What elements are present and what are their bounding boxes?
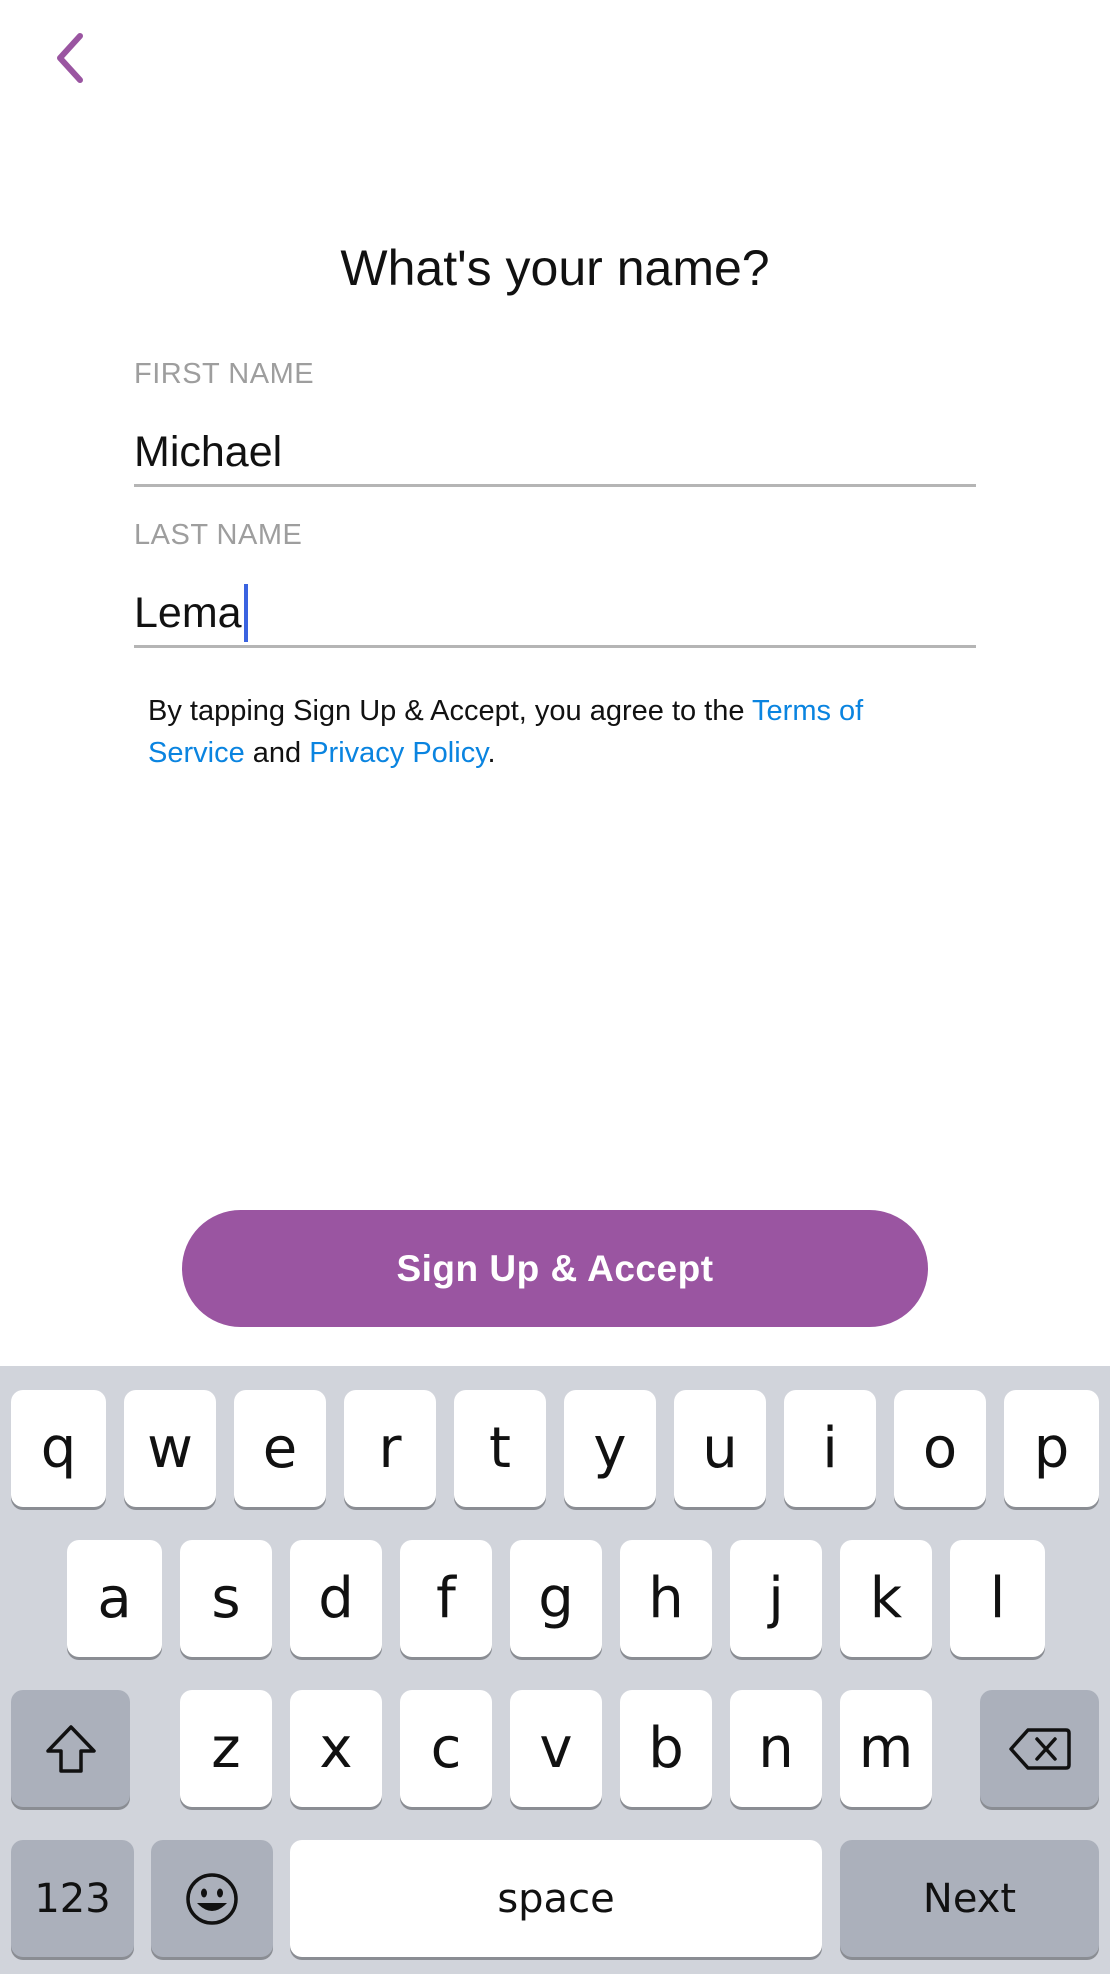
back-button[interactable] [40,26,100,90]
delete-key[interactable] [980,1690,1099,1807]
key-o[interactable]: o [894,1390,986,1507]
chevron-left-icon [57,33,83,83]
keyboard: q w e r t y u i o p a s d f g h j k l z … [0,1366,1110,1974]
key-n[interactable]: n [730,1690,822,1807]
key-x[interactable]: x [290,1690,382,1807]
key-r[interactable]: r [344,1390,436,1507]
text-cursor [243,584,248,642]
key-g[interactable]: g [510,1540,602,1657]
key-d[interactable]: d [290,1540,382,1657]
key-t[interactable]: t [454,1390,546,1507]
key-h[interactable]: h [620,1540,712,1657]
shift-key[interactable] [11,1690,130,1807]
page-title: What's your name? [340,240,770,296]
key-l[interactable]: l [950,1540,1045,1657]
last-name-field[interactable]: Lema [134,581,976,648]
legal-suffix: . [487,737,496,769]
key-j[interactable]: j [730,1540,822,1657]
last-name-value: Lema [134,589,242,637]
signup-name-screen: What's your name? FIRST NAME Michael LAS… [0,0,1110,1974]
last-name-label: LAST NAME [134,519,303,551]
key-v[interactable]: v [510,1690,602,1807]
key-k[interactable]: k [840,1540,932,1657]
legal-notice: By tapping Sign Up & Accept, you agree t… [148,690,948,774]
key-p[interactable]: p [1004,1390,1099,1507]
key-m[interactable]: m [840,1690,932,1807]
key-q[interactable]: q [11,1390,106,1507]
legal-middle: and [244,737,310,769]
first-name-field[interactable]: Michael [134,420,976,487]
space-key[interactable]: space [290,1840,822,1957]
backspace-icon [1008,1727,1071,1770]
emoji-icon [186,1872,238,1925]
first-name-label: FIRST NAME [134,358,315,390]
key-u[interactable]: u [674,1390,766,1507]
privacy-policy-link[interactable]: Privacy Policy [309,737,487,769]
first-name-value: Michael [134,428,283,476]
numbers-key[interactable]: 123 [11,1840,134,1957]
key-b[interactable]: b [620,1690,712,1807]
emoji-key[interactable] [151,1840,273,1957]
sign-up-accept-button[interactable]: Sign Up & Accept [182,1210,928,1327]
key-y[interactable]: y [564,1390,656,1507]
key-s[interactable]: s [180,1540,272,1657]
key-e[interactable]: e [234,1390,326,1507]
shift-icon [45,1724,96,1773]
key-w[interactable]: w [124,1390,216,1507]
key-a[interactable]: a [67,1540,162,1657]
key-z[interactable]: z [180,1690,272,1807]
next-key[interactable]: Next [840,1840,1099,1957]
legal-prefix: By tapping Sign Up & Accept, you agree t… [148,695,753,727]
key-f[interactable]: f [400,1540,492,1657]
key-i[interactable]: i [784,1390,876,1507]
key-c[interactable]: c [400,1690,492,1807]
